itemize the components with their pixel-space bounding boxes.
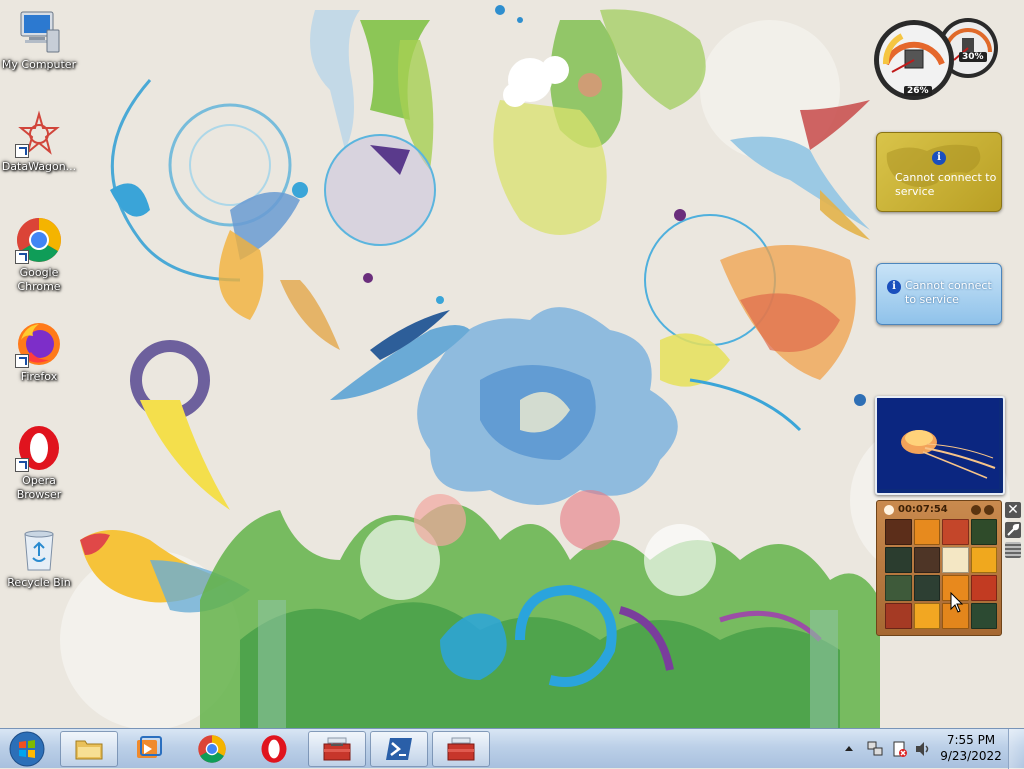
desktop-icon-label: My Computer — [1, 58, 77, 71]
taskbar-item-opera[interactable] — [245, 731, 303, 767]
desktop-icon-firefox[interactable]: Firefox — [0, 320, 78, 384]
toolbox-icon — [447, 737, 475, 761]
chevron-up-icon — [845, 746, 853, 751]
recycle-bin-icon — [15, 526, 63, 574]
picture-puzzle-gadget[interactable]: 00:07:54 — [876, 500, 1002, 636]
puzzle-tile[interactable] — [913, 603, 940, 629]
show-desktop-button[interactable] — [1008, 729, 1024, 769]
network-icon — [867, 741, 883, 756]
desktop-icon-opera[interactable]: Opera Browser — [0, 424, 78, 502]
info-icon: i — [932, 151, 946, 165]
puzzle-tile[interactable] — [885, 603, 912, 629]
show-hidden-icons-button[interactable] — [842, 741, 856, 757]
puzzle-tile[interactable] — [970, 547, 997, 573]
pause-icon[interactable] — [984, 505, 994, 515]
info-icon: i — [887, 280, 901, 294]
toolbox-icon — [323, 737, 351, 761]
gadget-drag-handle[interactable] — [1005, 542, 1021, 558]
desktop-icon-google-chrome[interactable]: Google Chrome — [0, 216, 78, 294]
desktop-icon-label: Opera Browser — [16, 474, 62, 501]
weather-message: Cannot connect to service — [895, 171, 997, 198]
opera-icon — [261, 735, 287, 763]
puzzle-tile[interactable] — [913, 575, 940, 601]
puzzle-tile[interactable] — [885, 575, 912, 601]
desktop-icon-label: DataWagon... — [1, 160, 77, 173]
shortcut-arrow-icon — [15, 144, 29, 158]
weather-gadget-blue[interactable]: i Cannot connect to service — [876, 263, 1002, 325]
taskbar-item-toolbox-2[interactable] — [432, 731, 490, 767]
desktop-icon-recycle-bin[interactable]: Recycle Bin — [0, 526, 78, 590]
puzzle-tile[interactable] — [913, 547, 940, 573]
shortcut-arrow-icon — [15, 458, 29, 472]
wrench-icon — [1007, 523, 1020, 536]
shortcut-arrow-icon — [15, 354, 29, 368]
desktop-icon-datawagon[interactable]: DataWagon... — [0, 110, 78, 174]
puzzle-tile[interactable] — [913, 519, 940, 545]
taskbar-item-media-player[interactable] — [120, 731, 178, 767]
windows-logo-icon — [9, 731, 45, 767]
wallpaper — [0, 0, 1024, 728]
puzzle-tile[interactable] — [970, 603, 997, 629]
start-button[interactable] — [2, 730, 52, 768]
volume-icon — [916, 742, 929, 756]
desktop[interactable]: My Computer DataWagon... Google Chrome F… — [0, 0, 1024, 728]
gadget-options-button[interactable] — [1005, 522, 1021, 538]
desktop-icon-label: Recycle Bin — [7, 576, 71, 589]
opera-icon — [15, 424, 63, 472]
help-icon[interactable] — [971, 505, 981, 515]
media-player-icon — [137, 736, 162, 758]
computer-icon — [15, 8, 63, 56]
clock[interactable]: 7:55 PM 9/23/2022 — [934, 732, 1008, 764]
puzzle-timer: 00:07:54 — [898, 504, 948, 515]
puzzle-tile[interactable] — [942, 547, 969, 573]
taskbar-item-chrome[interactable] — [183, 731, 241, 767]
powershell-icon — [386, 738, 412, 760]
chrome-icon — [15, 216, 63, 264]
back-icon[interactable] — [884, 505, 894, 515]
gadget-close-button[interactable]: ✕ — [1005, 502, 1021, 518]
taskbar-item-powershell[interactable] — [370, 731, 428, 767]
mouse-cursor — [950, 592, 964, 613]
weather-gadget-gold[interactable]: i Cannot connect to service — [876, 132, 1002, 212]
desktop-icon-label: Firefox — [20, 370, 58, 383]
cpu-meter-gadget[interactable]: 26% 30% — [874, 12, 1002, 102]
clock-date: 9/23/2022 — [940, 749, 1002, 763]
folder-icon — [75, 740, 103, 760]
taskbar-item-toolbox-1[interactable] — [308, 731, 366, 767]
puzzle-tile[interactable] — [885, 519, 912, 545]
desktop-icon-my-computer[interactable]: My Computer — [0, 8, 78, 72]
weather-message: Cannot connect to service — [905, 279, 992, 306]
action-center-tray-button[interactable] — [890, 740, 908, 758]
taskbar-item-file-explorer[interactable] — [60, 731, 118, 767]
puzzle-board[interactable] — [885, 519, 997, 629]
memory-percent: 30% — [959, 52, 987, 62]
jellyfish-image — [877, 398, 999, 489]
cpu-percent: 26% — [904, 86, 932, 96]
network-tray-button[interactable] — [866, 740, 884, 758]
action-center-icon — [893, 741, 907, 757]
puzzle-tile[interactable] — [885, 547, 912, 573]
puzzle-tile[interactable] — [942, 519, 969, 545]
puzzle-tile[interactable] — [970, 519, 997, 545]
firefox-icon — [15, 320, 63, 368]
shortcut-arrow-icon — [15, 250, 29, 264]
taskbar: 7:55 PM 9/23/2022 — [0, 728, 1024, 769]
volume-tray-button[interactable] — [914, 740, 932, 758]
datawagon-icon — [15, 110, 63, 158]
clock-time: 7:55 PM — [946, 733, 996, 747]
slideshow-gadget[interactable] — [875, 396, 1005, 495]
puzzle-tile[interactable] — [970, 575, 997, 601]
desktop-icon-label: Google Chrome — [17, 266, 61, 293]
chrome-icon — [198, 735, 226, 763]
